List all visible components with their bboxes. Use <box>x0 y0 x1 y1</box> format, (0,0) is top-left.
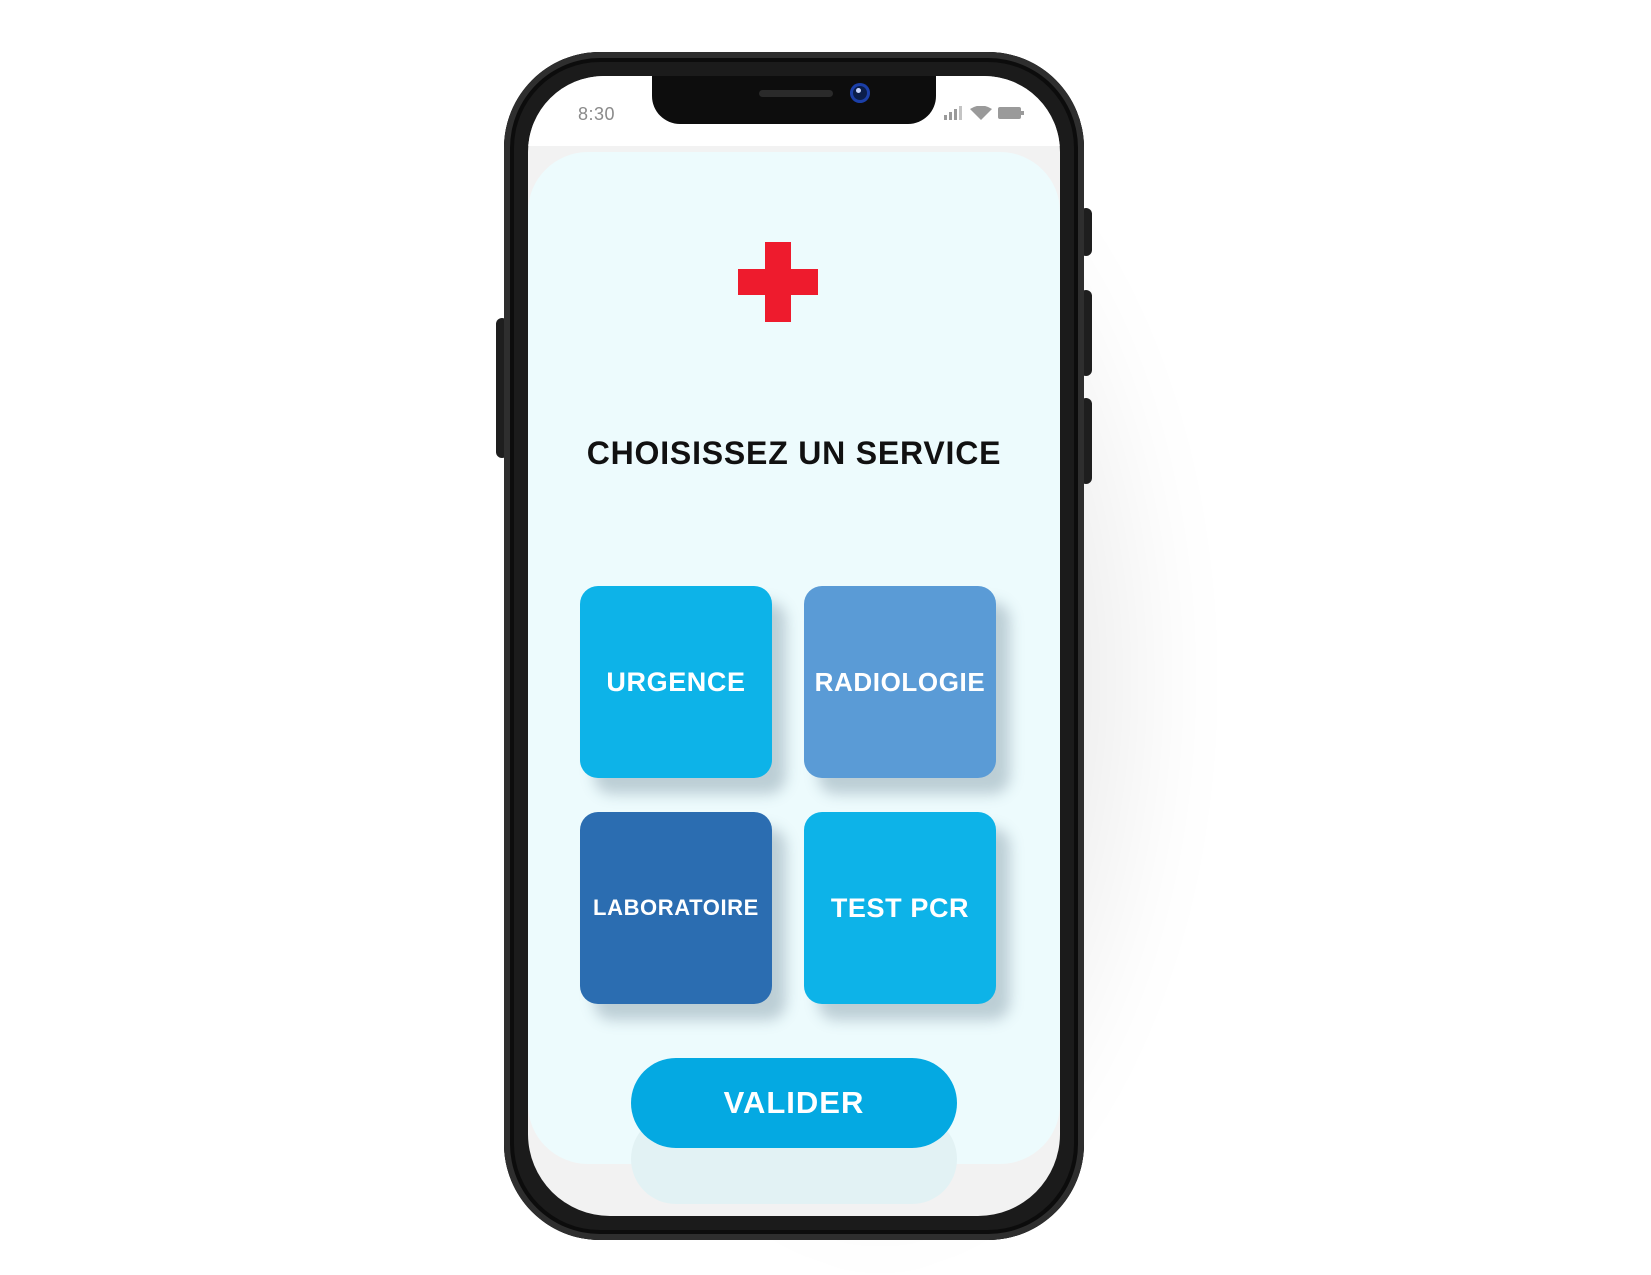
service-urgence-button[interactable]: URGENCE <box>580 586 772 778</box>
validate-button[interactable]: VALIDER <box>631 1058 957 1148</box>
speaker-grill <box>759 90 833 97</box>
service-label: LABORATOIRE <box>593 895 759 920</box>
service-label: TEST PCR <box>830 892 970 923</box>
signal-icon <box>944 106 962 120</box>
service-label: URGENCE <box>606 666 746 697</box>
status-bar: 8:30 <box>528 76 1060 146</box>
service-radiologie-button[interactable]: RADIOLOGIE <box>804 586 996 778</box>
battery-icon <box>998 107 1024 119</box>
status-icons <box>944 106 1024 120</box>
service-laboratoire-button[interactable]: LABORATOIRE <box>580 812 772 1004</box>
service-test-pcr-button[interactable]: TEST PCR <box>804 812 996 1004</box>
status-time: 8:30 <box>578 104 616 124</box>
stage: 8:30 CHOISISSEZ UN SERVICE URGENCE RADIO… <box>0 0 1651 1275</box>
service-label: RADIOLOGIE <box>814 666 986 697</box>
phone-notch <box>652 76 936 124</box>
wifi-icon <box>970 106 992 120</box>
front-camera-icon <box>850 83 870 103</box>
phone-screen: 8:30 CHOISISSEZ UN SERVICE URGENCE RADIO… <box>528 76 1060 1216</box>
medical-cross-icon <box>738 242 818 322</box>
page-title: CHOISISSEZ UN SERVICE <box>586 435 1002 471</box>
app-content: CHOISISSEZ UN SERVICE URGENCE RADIOLOGIE… <box>528 152 1060 1204</box>
